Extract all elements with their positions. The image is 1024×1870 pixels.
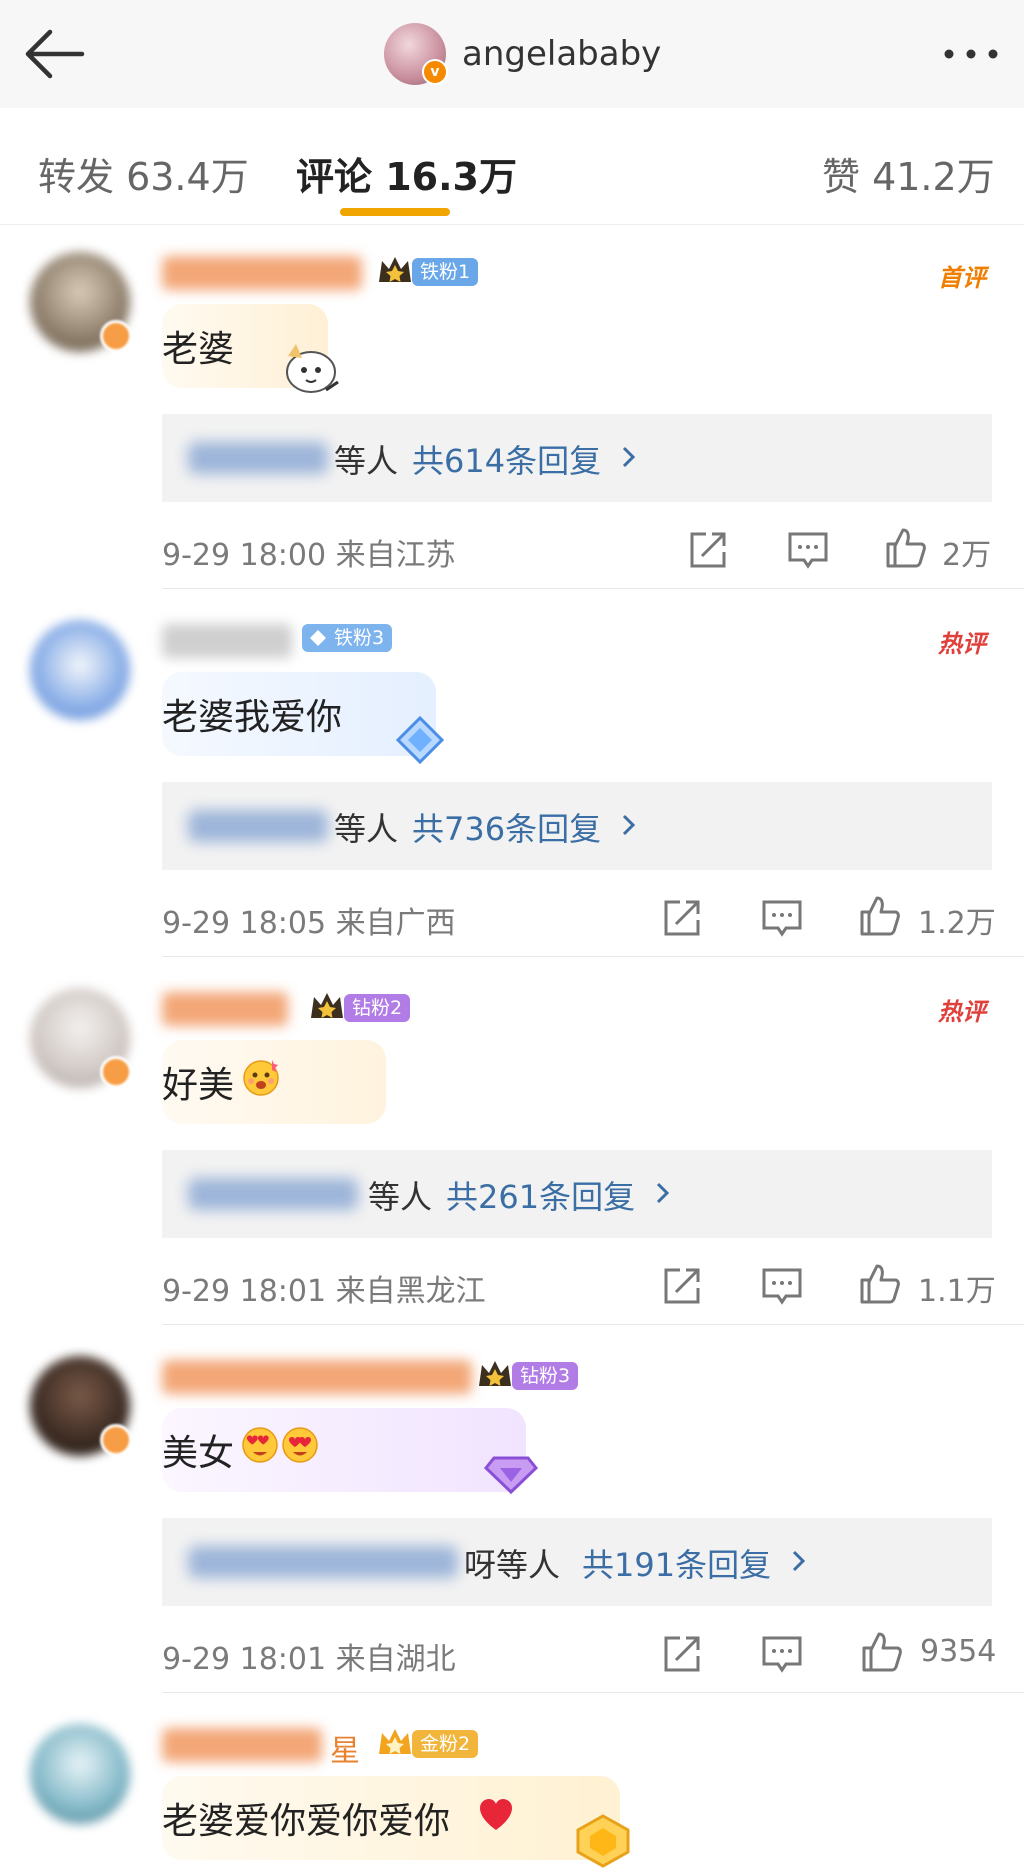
chevron-right-icon — [622, 814, 636, 836]
crown-icon — [479, 1361, 511, 1386]
more-dots-icon[interactable] — [940, 28, 1002, 80]
sticker-icon — [286, 344, 339, 393]
member-dot — [100, 1424, 132, 1456]
share-icon[interactable] — [660, 1264, 704, 1308]
comment-icon[interactable] — [760, 896, 804, 940]
divider — [162, 1324, 1024, 1325]
avatar[interactable]: v — [384, 23, 448, 85]
divider — [162, 1692, 1024, 1693]
reply-count-link[interactable]: 共614条回复 — [412, 436, 601, 482]
reply-usernames — [188, 1546, 458, 1578]
member-dot — [100, 320, 132, 352]
avatar[interactable] — [30, 620, 130, 720]
hot-comment-tag: 热评 — [938, 630, 986, 658]
comment-text: 老婆 — [162, 329, 235, 370]
reply-usernames — [188, 810, 328, 842]
reply-usernames — [188, 442, 328, 474]
reply-suffix: 等人 — [334, 810, 399, 848]
diamond-sticker-icon — [395, 715, 445, 765]
crown-icon — [379, 1729, 411, 1754]
chevron-right-icon — [656, 1182, 670, 1204]
diamond-icon — [310, 630, 326, 646]
reply-suffix: 呀等人 — [464, 1546, 561, 1584]
header-user[interactable]: v angelababy — [384, 20, 661, 88]
top-bar: v angelababy — [0, 0, 1024, 109]
tab-likes[interactable]: 赞 41.2万 — [822, 146, 995, 201]
chevron-right-icon — [622, 446, 636, 468]
gold-gem-sticker-icon — [576, 1814, 630, 1868]
like-icon[interactable] — [858, 894, 902, 938]
reply-preview[interactable]: 等人 共261条回复 — [162, 1150, 992, 1238]
member-dot — [100, 1056, 132, 1088]
comment-meta: 9-29 18:01 来自湖北 — [162, 1642, 456, 1677]
comment-icon[interactable] — [760, 1264, 804, 1308]
reply-preview[interactable]: 呀等人 共191条回复 — [162, 1518, 992, 1606]
purple-gem-sticker-icon — [483, 1456, 539, 1495]
comment-item: 钻粉2 热评 好美 等人 共261条回复 9-29 18:01 来自黑龙江 1.… — [0, 984, 1024, 1325]
reply-suffix: 等人 — [368, 1178, 433, 1216]
comment-meta: 9-29 18:00 来自江苏 — [162, 538, 456, 573]
comment-icon[interactable] — [786, 528, 830, 572]
fan-badge: 钻粉2 — [344, 994, 411, 1022]
comment-text: 好美 — [162, 1065, 235, 1106]
fan-badge: 钻粉3 — [512, 1362, 579, 1390]
fan-badge: 金粉2 — [412, 1730, 479, 1758]
reply-suffix: 等人 — [334, 442, 399, 480]
crown-icon — [311, 993, 343, 1018]
comment-item: 铁粉1 首评 老婆 等人 共614条回复 9-29 18:00 来自江苏 2万 — [0, 248, 1024, 589]
reply-usernames — [188, 1178, 358, 1210]
username[interactable] — [162, 992, 288, 1026]
arrow-left-icon[interactable] — [22, 28, 86, 80]
reply-count-link[interactable]: 共736条回复 — [412, 804, 601, 850]
username[interactable] — [162, 624, 292, 658]
reply-preview[interactable]: 等人 共614条回复 — [162, 414, 992, 502]
share-icon[interactable] — [660, 896, 704, 940]
reply-count-link[interactable]: 共261条回复 — [446, 1172, 635, 1218]
comment-meta: 9-29 18:01 来自黑龙江 — [162, 1274, 486, 1309]
username-suffix: 星 — [330, 1734, 360, 1769]
like-count: 1.2万 — [918, 906, 996, 941]
comment-item: 钻粉3 美女 呀等人 共191条回复 9-29 18:01 来自湖北 9354 — [0, 1352, 1024, 1693]
reply-count-link[interactable]: 共191条回复 — [582, 1540, 771, 1586]
share-icon[interactable] — [660, 1632, 704, 1676]
comment-meta: 9-29 18:05 来自广西 — [162, 906, 456, 941]
username[interactable] — [162, 1728, 322, 1762]
heart-eyes-emoji-icon — [242, 1427, 318, 1463]
tab-comments[interactable]: 评论 16.3万 — [296, 146, 517, 201]
like-icon[interactable] — [858, 1262, 902, 1306]
reply-preview[interactable]: 等人 共736条回复 — [162, 782, 992, 870]
like-count: 9354 — [920, 1634, 997, 1669]
tab-indicator — [340, 208, 450, 216]
username[interactable] — [162, 256, 362, 290]
crown-icon — [379, 257, 411, 282]
comment-text: 老婆我爱你 — [162, 697, 343, 738]
tab-bar: 转发 63.4万 评论 16.3万 赞 41.2万 — [0, 108, 1024, 225]
avatar[interactable] — [30, 1724, 130, 1824]
like-icon[interactable] — [860, 1630, 904, 1674]
chevron-right-icon — [792, 1550, 806, 1572]
hot-comment-tag: 热评 — [938, 998, 986, 1026]
fan-badge: 铁粉1 — [412, 258, 479, 286]
first-comment-tag: 首评 — [938, 264, 986, 292]
username[interactable] — [162, 1360, 472, 1394]
like-icon[interactable] — [884, 526, 928, 570]
divider — [162, 956, 1024, 957]
red-heart-icon — [480, 1799, 512, 1830]
share-icon[interactable] — [686, 528, 730, 572]
verified-icon: v — [422, 59, 448, 85]
like-count: 1.1万 — [918, 1274, 996, 1309]
comment-icon[interactable] — [760, 1632, 804, 1676]
comment-item: 铁粉3 热评 老婆我爱你 等人 共736条回复 9-29 18:05 来自广西 … — [0, 616, 1024, 957]
comment-text: 老婆爱你爱你爱你 — [162, 1801, 451, 1842]
comment-text: 美女 — [162, 1433, 235, 1474]
like-count: 2万 — [942, 538, 992, 573]
comment-item: 星 金粉2 老婆爱你爱你爱你 — [0, 1720, 1024, 1870]
smiling-face-emoji-icon — [243, 1060, 279, 1096]
tab-reposts[interactable]: 转发 63.4万 — [38, 146, 249, 201]
divider — [162, 588, 1024, 589]
page-title: angelababy — [462, 34, 662, 74]
